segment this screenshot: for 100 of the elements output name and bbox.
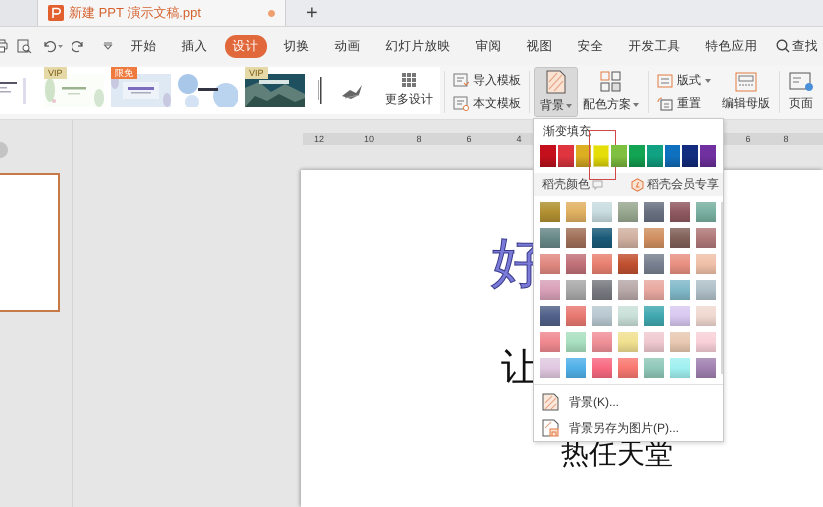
color-swatch[interactable]	[696, 202, 716, 222]
menu-tab[interactable]: 开始	[122, 34, 164, 58]
layout-button[interactable]: 版式	[657, 72, 711, 89]
menu-tab[interactable]: 幻灯片放映	[378, 34, 458, 58]
color-swatch[interactable]	[566, 332, 586, 352]
template-badge: VIP	[44, 67, 67, 79]
color-swatch[interactable]	[670, 202, 690, 222]
color-scheme-button[interactable]: 配色方案	[578, 65, 644, 119]
color-swatch[interactable]	[644, 254, 664, 274]
color-swatch[interactable]	[670, 228, 690, 248]
color-swatch[interactable]	[696, 280, 716, 300]
slide-thumbnail[interactable]	[0, 173, 60, 312]
scrollbar[interactable]	[721, 202, 723, 374]
background-icon	[542, 393, 559, 411]
document-tab[interactable]: 新建 PPT 演示文稿.ppt	[38, 0, 286, 26]
color-swatch[interactable]	[696, 254, 716, 274]
presentation-file-icon	[48, 5, 64, 21]
page-setup-button[interactable]: 页面	[784, 65, 818, 119]
color-swatch[interactable]	[540, 358, 560, 378]
member-label: 稻壳会员专享	[647, 176, 719, 193]
gradient-swatch[interactable]	[576, 145, 592, 167]
print-preview-icon	[17, 38, 32, 54]
color-swatch[interactable]	[592, 306, 612, 326]
color-swatch[interactable]	[592, 332, 612, 352]
color-swatch[interactable]	[566, 358, 586, 378]
gradient-swatch[interactable]	[611, 145, 627, 167]
color-swatch[interactable]	[644, 332, 664, 352]
color-swatch[interactable]	[696, 332, 716, 352]
color-swatch[interactable]	[592, 280, 612, 300]
section-heading: 稻壳颜色	[542, 176, 590, 193]
color-swatch[interactable]	[540, 228, 560, 248]
color-swatch[interactable]	[670, 254, 690, 274]
menu-item[interactable]: 背景另存为图片(P)...	[534, 415, 723, 441]
color-swatch[interactable]	[670, 332, 690, 352]
color-swatch[interactable]	[618, 306, 638, 326]
color-swatch[interactable]	[696, 358, 716, 378]
template-badge: VIP	[245, 67, 268, 79]
color-swatch[interactable]	[644, 280, 664, 300]
new-tab-button[interactable]: +	[296, 0, 328, 26]
color-swatch[interactable]	[618, 202, 638, 222]
color-swatch[interactable]	[644, 358, 664, 378]
gradient-swatch[interactable]	[682, 145, 698, 167]
color-swatch[interactable]	[670, 280, 690, 300]
color-swatch[interactable]	[540, 254, 560, 274]
menu-tab[interactable]: 插入	[174, 34, 216, 58]
gradient-swatch[interactable]	[593, 145, 610, 167]
color-swatch[interactable]	[670, 358, 690, 378]
caret-icon	[705, 78, 711, 82]
color-swatch[interactable]	[566, 280, 586, 300]
color-swatch[interactable]	[566, 228, 586, 248]
color-swatch[interactable]	[618, 332, 638, 352]
menu-tab[interactable]: 切换	[276, 34, 318, 58]
color-swatch[interactable]	[670, 306, 690, 326]
color-swatch[interactable]	[618, 358, 638, 378]
color-swatch[interactable]	[618, 280, 638, 300]
color-swatch[interactable]	[618, 228, 638, 248]
color-swatch[interactable]	[566, 306, 586, 326]
gradient-swatch[interactable]	[540, 145, 556, 167]
background-button[interactable]: 背景	[534, 67, 578, 117]
comment-icon	[592, 180, 603, 190]
color-swatch[interactable]	[592, 228, 612, 248]
reset-button[interactable]: 重置	[657, 95, 711, 112]
menu-tab[interactable]: 特色应用	[698, 34, 766, 58]
caret-icon	[566, 104, 572, 108]
template-icon	[453, 96, 469, 111]
menu-tab[interactable]: 开发工具	[620, 34, 688, 58]
color-swatch[interactable]	[566, 254, 586, 274]
color-swatch[interactable]	[540, 306, 560, 326]
color-swatch[interactable]	[644, 202, 664, 222]
color-swatch[interactable]	[644, 306, 664, 326]
color-swatch[interactable]	[618, 254, 638, 274]
color-swatch[interactable]	[540, 280, 560, 300]
import-template-button[interactable]: 导入模板	[453, 72, 521, 89]
gradient-swatch[interactable]	[700, 145, 716, 167]
gradient-swatch[interactable]	[628, 145, 645, 167]
color-swatch[interactable]	[592, 202, 612, 222]
color-swatch[interactable]	[566, 202, 586, 222]
gradient-swatch[interactable]	[664, 145, 680, 167]
gradient-swatch[interactable]	[558, 145, 574, 167]
color-swatch[interactable]	[696, 306, 716, 326]
search-button[interactable]: 查找	[776, 38, 818, 54]
member-hexagon-icon	[631, 178, 644, 192]
menu-tab[interactable]: 视图	[518, 34, 560, 58]
color-swatch[interactable]	[540, 202, 560, 222]
edit-master-button[interactable]: 编辑母版	[717, 65, 775, 119]
reset-icon	[657, 96, 673, 110]
color-swatch[interactable]	[540, 332, 560, 352]
color-swatch[interactable]	[644, 228, 664, 248]
gradient-swatch[interactable]	[646, 145, 663, 167]
more-designs-button[interactable]: 更多设计	[385, 73, 433, 108]
menu-tab[interactable]: 动画	[326, 34, 368, 58]
text-template-button[interactable]: 本文模板	[453, 95, 521, 112]
color-scheme-icon	[600, 71, 622, 93]
color-swatch[interactable]	[696, 228, 716, 248]
color-swatch[interactable]	[592, 358, 612, 378]
template-badge: 限免	[111, 67, 137, 79]
menu-tab[interactable]: 审阅	[468, 34, 510, 58]
menu-item[interactable]: 背景(K)...	[534, 389, 723, 415]
menu-tab[interactable]: 安全	[570, 34, 612, 58]
color-swatch[interactable]	[592, 254, 612, 274]
